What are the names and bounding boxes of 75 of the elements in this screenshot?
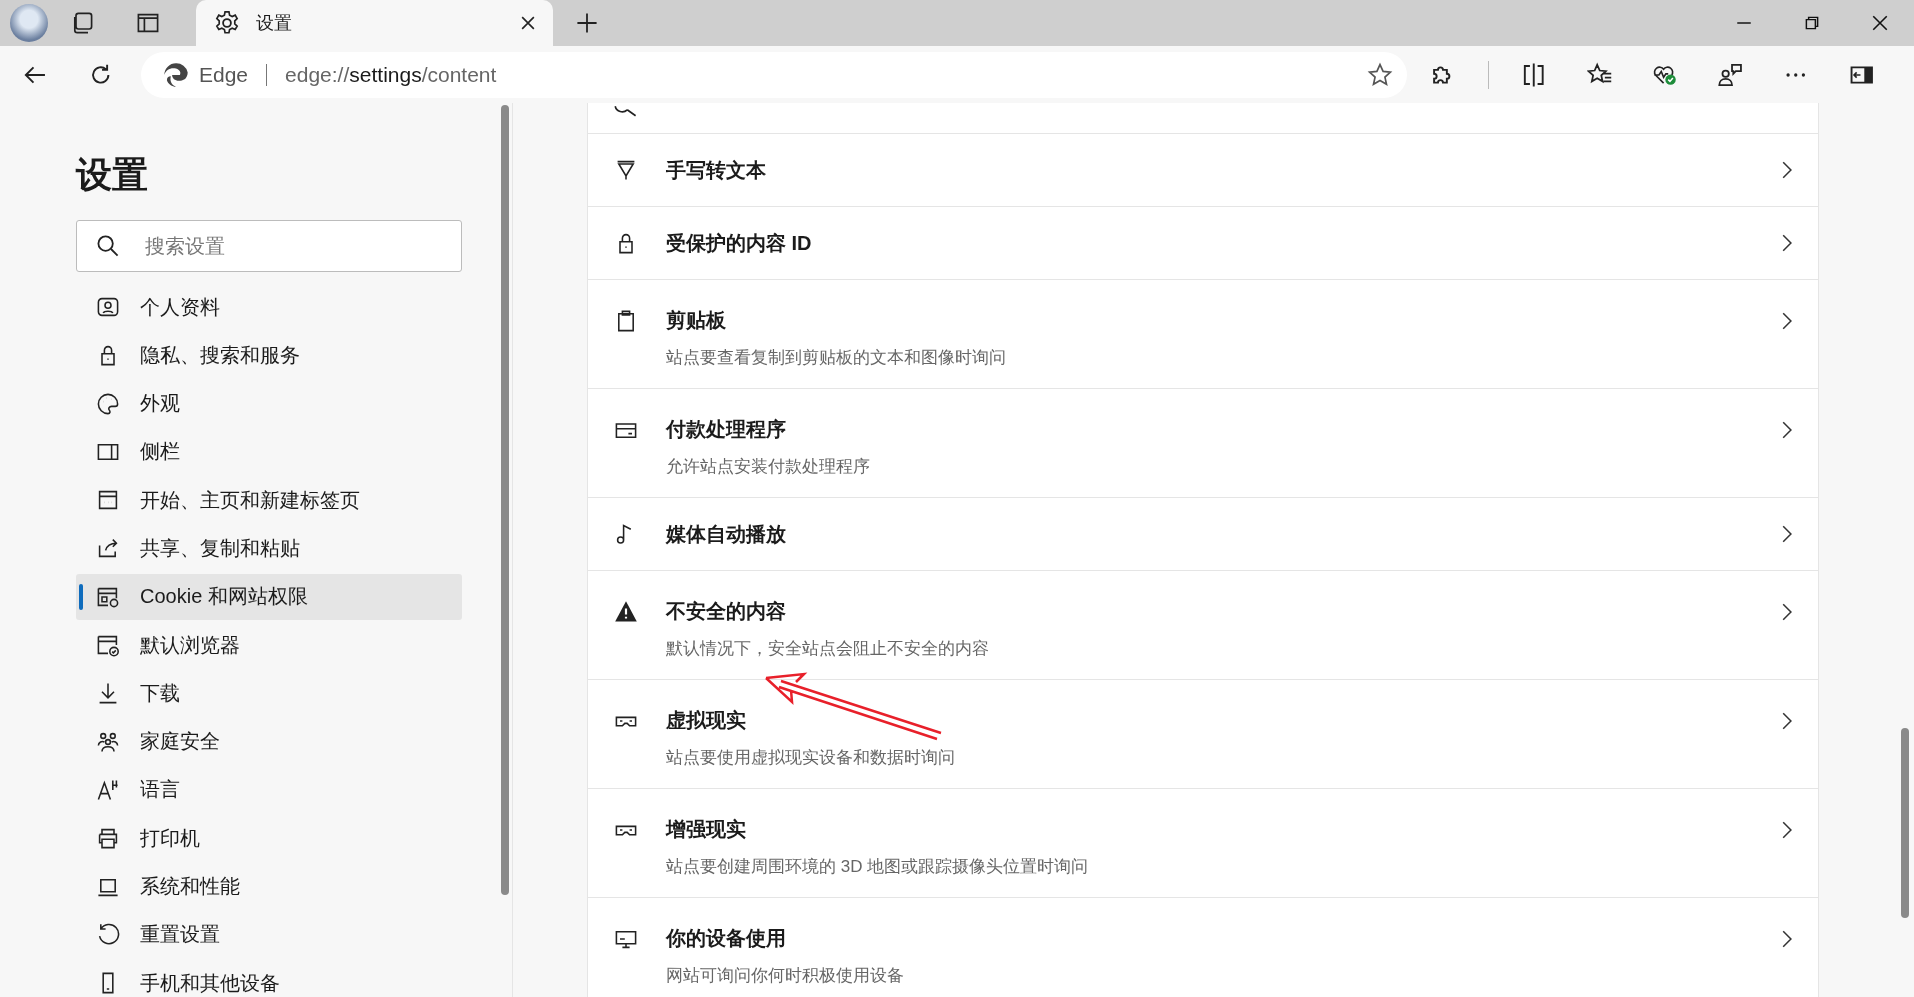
- profile-avatar[interactable]: [10, 4, 48, 42]
- settings-icon: [214, 10, 240, 36]
- sidebar-item[interactable]: 侧栏: [76, 428, 462, 475]
- chevron-right-icon: [1781, 602, 1792, 621]
- reset-icon: [96, 922, 120, 947]
- permission-row[interactable]: 手写转文本: [588, 134, 1818, 207]
- permission-description: 站点要使用虚拟现实设备和数据时询问: [666, 746, 956, 769]
- permission-title: 增强现实: [666, 817, 746, 842]
- sidebar-item[interactable]: 外观: [76, 380, 462, 427]
- close-tab-icon[interactable]: [521, 16, 535, 30]
- permission-description: 允许站点安装付款处理程序: [666, 455, 871, 478]
- permission-row[interactable]: 付款处理程序 允许站点安装付款处理程序: [588, 389, 1818, 498]
- scrollbar-thumb[interactable]: [1901, 728, 1909, 918]
- sidebar-item[interactable]: 打印机: [76, 815, 462, 862]
- warning-icon: [614, 599, 638, 624]
- sidebar-item[interactable]: 共享、复制和粘贴: [76, 525, 462, 572]
- permission-title: 受保护的内容 ID: [666, 230, 812, 256]
- split-screen-icon[interactable]: [1521, 61, 1547, 88]
- browser-check-icon: [96, 633, 120, 658]
- permission-title: 手写转文本: [666, 157, 766, 183]
- sidebar-item[interactable]: 语言: [76, 766, 462, 813]
- permission-row[interactable]: 虚拟现实 站点要使用虚拟现实设备和数据时询问: [588, 680, 1818, 789]
- edge-logo-icon: [163, 61, 189, 88]
- permission-row[interactable]: 媒体自动播放: [588, 498, 1818, 571]
- palette-icon: [96, 391, 120, 416]
- permission-title: 你的设备使用: [666, 926, 786, 951]
- permission-title: 媒体自动播放: [666, 521, 786, 547]
- sidebar-item[interactable]: 系统和性能: [76, 863, 462, 910]
- sidebar-item[interactable]: 开始、主页和新建标签页: [76, 477, 462, 524]
- chevron-right-icon: [1781, 929, 1792, 948]
- permission-row[interactable]: 增强现实 站点要创建周围环境的 3D 地图或跟踪摄像头位置时询问: [588, 789, 1818, 898]
- permission-description: 网站可询问你何时积极使用设备: [666, 964, 905, 987]
- chevron-right-icon: [1781, 820, 1792, 839]
- permission-row[interactable]: 受保护的内容 ID: [588, 207, 1818, 280]
- close-icon[interactable]: [1871, 14, 1889, 32]
- chevron-right-icon: [1781, 420, 1792, 439]
- chevron-right-icon: [1781, 711, 1792, 730]
- chevron-right-icon: [1781, 234, 1792, 252]
- tab-title: 设置: [256, 12, 292, 35]
- favorite-star-icon[interactable]: [1366, 61, 1393, 88]
- scrollbar-thumb[interactable]: [501, 105, 509, 895]
- new-tab-icon[interactable]: [575, 11, 599, 35]
- permission-row[interactable]: 不安全的内容 默认情况下，安全站点会阻止不安全的内容: [588, 571, 1818, 680]
- printer-icon: [96, 826, 120, 851]
- address-bar[interactable]: Edge edge://settings/content: [141, 51, 1407, 98]
- chevron-right-icon: [1781, 311, 1792, 330]
- browser-tab[interactable]: 设置: [196, 0, 553, 46]
- permission-row[interactable]: 剪贴板 站点要查看复制到剪贴板的文本和图像时询问: [588, 280, 1818, 389]
- permission-title: 虚拟现实: [666, 708, 746, 733]
- permission-description: 默认情况下，安全站点会阻止不安全的内容: [666, 637, 990, 660]
- search-field[interactable]: 搜索设置: [76, 220, 462, 272]
- permission-description: 站点要查看复制到剪贴板的文本和图像时询问: [666, 346, 1007, 369]
- chevron-right-icon: [1781, 161, 1792, 179]
- site-label: Edge: [199, 62, 249, 87]
- sidebar-item[interactable]: Cookie 和网站权限: [76, 573, 462, 620]
- permission-title: 付款处理程序: [666, 417, 786, 442]
- sidebar-item[interactable]: 隐私、搜索和服务: [76, 332, 462, 379]
- url-text: edge://settings/content: [285, 62, 497, 87]
- settings-heading: 设置: [76, 153, 149, 197]
- permission-title: 不安全的内容: [666, 599, 786, 624]
- permission-title: 剪贴板: [666, 308, 726, 333]
- tab-actions-icon[interactable]: [136, 11, 160, 35]
- feedback-icon[interactable]: [1717, 61, 1743, 88]
- language-icon: [96, 777, 120, 802]
- sidebar-item[interactable]: 家庭安全: [76, 718, 462, 765]
- chevron-right-icon: [1781, 525, 1792, 543]
- sidebar-item[interactable]: 下载: [76, 670, 462, 717]
- permission-description: 站点要创建周围环境的 3D 地图或跟踪摄像头位置时询问: [666, 855, 1090, 878]
- sidebar-item[interactable]: 个人资料: [76, 284, 462, 330]
- person-icon: [96, 295, 120, 319]
- restore-icon[interactable]: [1803, 14, 1821, 32]
- sidebar-item[interactable]: 手机和其他设备: [76, 960, 462, 997]
- sidebar-item[interactable]: 重置设置: [76, 911, 462, 958]
- sidebar-item[interactable]: 默认浏览器: [76, 622, 462, 669]
- permission-row[interactable]: 你的设备使用 网站可询问你何时积极使用设备: [588, 898, 1818, 997]
